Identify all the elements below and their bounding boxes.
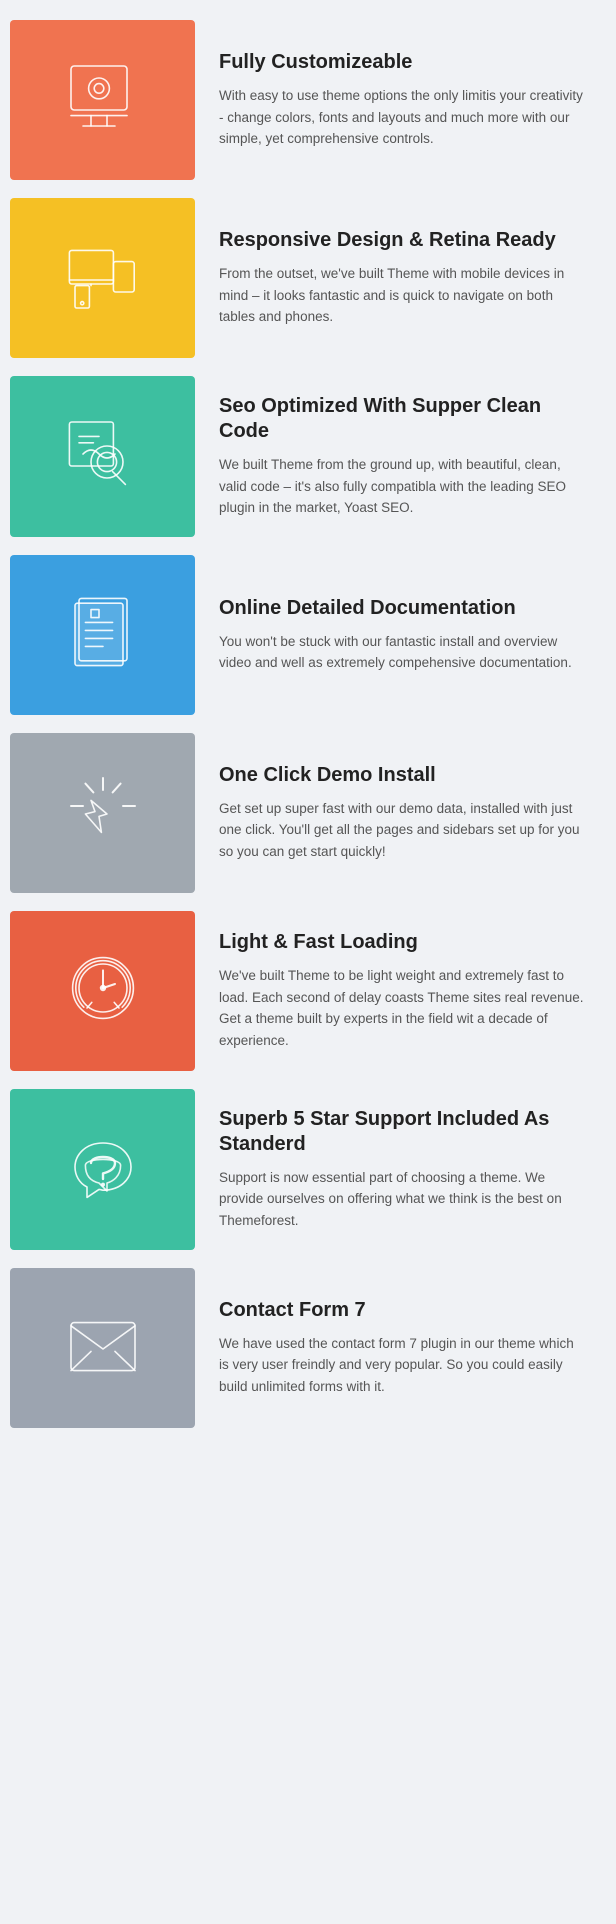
feature-title-responsive-design: Responsive Design & Retina Ready (219, 228, 586, 253)
feature-desc-documentation: You won't be stuck with our fantastic in… (219, 631, 586, 674)
responsive-icon (63, 236, 143, 321)
contact-icon (63, 1305, 143, 1390)
feature-icon-box-fully-customizeable (10, 20, 195, 180)
feature-title-seo-optimized: Seo Optimized With Supper Clean Code (219, 394, 586, 444)
feature-desc-fast-loading: We've built Theme to be light weight and… (219, 965, 586, 1051)
feature-item-fully-customizeable: Fully Customizeable With easy to use the… (10, 20, 606, 180)
feature-icon-box-support (10, 1089, 195, 1250)
feature-item-contact-form: Contact Form 7 We have used the contact … (10, 1268, 606, 1428)
feature-icon-box-fast-loading (10, 911, 195, 1071)
fast-icon (63, 948, 143, 1033)
feature-content-demo-install: One Click Demo Install Get set up super … (195, 733, 606, 893)
customizeable-icon (63, 58, 143, 143)
feature-item-responsive-design: Responsive Design & Retina Ready From th… (10, 198, 606, 358)
feature-title-documentation: Online Detailed Documentation (219, 596, 586, 621)
feature-list: Fully Customizeable With easy to use the… (0, 0, 616, 1448)
feature-desc-fully-customizeable: With easy to use theme options the only … (219, 85, 586, 150)
feature-icon-box-responsive-design (10, 198, 195, 358)
feature-icon-box-demo-install (10, 733, 195, 893)
feature-desc-responsive-design: From the outset, we've built Theme with … (219, 263, 586, 328)
feature-title-fast-loading: Light & Fast Loading (219, 930, 586, 955)
feature-item-demo-install: One Click Demo Install Get set up super … (10, 733, 606, 893)
feature-title-demo-install: One Click Demo Install (219, 763, 586, 788)
feature-item-support: Superb 5 Star Support Included As Stande… (10, 1089, 606, 1250)
feature-item-fast-loading: Light & Fast Loading We've built Theme t… (10, 911, 606, 1071)
feature-desc-contact-form: We have used the contact form 7 plugin i… (219, 1333, 586, 1398)
feature-title-fully-customizeable: Fully Customizeable (219, 50, 586, 75)
seo-icon (63, 414, 143, 499)
feature-content-responsive-design: Responsive Design & Retina Ready From th… (195, 198, 606, 358)
feature-desc-seo-optimized: We built Theme from the ground up, with … (219, 454, 586, 519)
feature-item-documentation: Online Detailed Documentation You won't … (10, 555, 606, 715)
feature-content-documentation: Online Detailed Documentation You won't … (195, 555, 606, 715)
support-icon (63, 1127, 143, 1212)
feature-title-support: Superb 5 Star Support Included As Stande… (219, 1107, 586, 1157)
feature-content-fully-customizeable: Fully Customizeable With easy to use the… (195, 20, 606, 180)
feature-desc-support: Support is now essential part of choosin… (219, 1167, 586, 1232)
feature-title-contact-form: Contact Form 7 (219, 1298, 586, 1323)
demo-icon (63, 770, 143, 855)
feature-content-support: Superb 5 Star Support Included As Stande… (195, 1089, 606, 1250)
feature-content-fast-loading: Light & Fast Loading We've built Theme t… (195, 911, 606, 1071)
feature-item-seo-optimized: Seo Optimized With Supper Clean Code We … (10, 376, 606, 537)
feature-desc-demo-install: Get set up super fast with our demo data… (219, 798, 586, 863)
feature-icon-box-contact-form (10, 1268, 195, 1428)
feature-content-contact-form: Contact Form 7 We have used the contact … (195, 1268, 606, 1428)
feature-content-seo-optimized: Seo Optimized With Supper Clean Code We … (195, 376, 606, 537)
feature-icon-box-documentation (10, 555, 195, 715)
feature-icon-box-seo-optimized (10, 376, 195, 537)
docs-icon (63, 592, 143, 677)
